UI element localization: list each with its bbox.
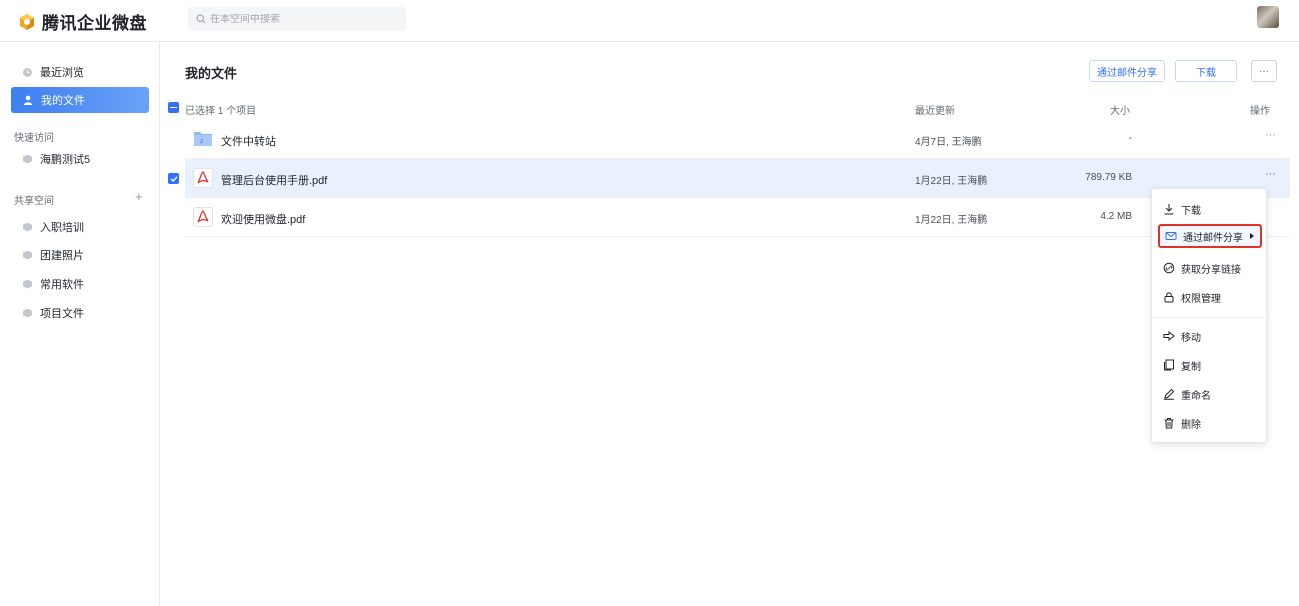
sidebar-item-label: 常用软件 [40, 279, 84, 291]
search-input[interactable] [210, 13, 390, 25]
sidebar-item-label: 我的文件 [41, 95, 85, 107]
sidebar-item-label: 海鹏测试5 [40, 154, 91, 166]
mail-icon [1165, 232, 1177, 240]
space-icon [23, 222, 32, 232]
copy-icon [1164, 359, 1174, 371]
menu-item-label: 下载 [1181, 205, 1201, 217]
pdf-icon [193, 207, 213, 227]
file-updated: 1月22日, 王海鹏 [915, 215, 988, 226]
column-updated[interactable]: 最近更新 [915, 102, 955, 117]
app-name: 腾讯企业微盘 [42, 14, 147, 33]
sidebar-item-software[interactable]: 常用软件 [11, 271, 149, 297]
file-size: 789.79 KB [1085, 172, 1132, 183]
table-row[interactable]: 欢迎使用微盘.pdf 1月22日, 王海鹏 4.2 MB [185, 198, 1290, 237]
sidebar-item-haipeng-test[interactable]: 海鹏测试5 [11, 146, 149, 172]
sidebar-item-label: 项目文件 [40, 308, 84, 320]
wedrive-logo-icon [20, 13, 34, 30]
sidebar: 最近浏览 我的文件 快速访问 海鹏测试5 共享空间 + 入职培训 团建照片 常用… [0, 42, 160, 606]
menu-item-delete[interactable]: 删除 [1158, 411, 1262, 435]
sidebar-item-recent[interactable]: 最近浏览 [11, 59, 149, 85]
row-more-button[interactable]: ··· [1265, 129, 1276, 141]
page-title: 我的文件 [185, 66, 238, 81]
menu-item-label: 权限管理 [1181, 293, 1221, 305]
row-more-button[interactable]: ··· [1265, 168, 1276, 180]
context-menu: 下载 通过邮件分享 获取分享链接 权限管理 移动 复制 重命名 删除 [1151, 188, 1267, 443]
pencil-icon [1164, 388, 1175, 400]
file-name[interactable]: 欢迎使用微盘.pdf [221, 211, 305, 227]
column-ops: 操作 [1250, 106, 1270, 117]
top-bar: 腾讯企业微盘 [0, 0, 1299, 42]
table-header: 已选择 1 个项目 最近更新 大小 操作 [160, 100, 1290, 120]
download-icon [1164, 204, 1174, 215]
space-icon [23, 279, 32, 289]
folder-icon: z [194, 132, 212, 146]
clock-icon [23, 67, 32, 77]
menu-divider [1152, 317, 1266, 318]
sidebar-item-team-photos[interactable]: 团建照片 [11, 242, 149, 268]
user-avatar[interactable] [1257, 6, 1279, 28]
sidebar-item-project-files[interactable]: 项目文件 [11, 300, 149, 326]
check-icon [170, 175, 178, 182]
file-updated: 1月22日, 王海鹏 [915, 176, 988, 187]
file-name[interactable]: 管理后台使用手册.pdf [221, 172, 327, 188]
user-icon [23, 95, 33, 105]
space-icon [23, 308, 32, 318]
menu-item-move[interactable]: 移动 [1158, 324, 1262, 348]
pdf-icon [193, 168, 213, 188]
file-name[interactable]: 文件中转站 [221, 133, 276, 149]
column-size[interactable]: 大小 [1110, 102, 1130, 117]
menu-item-download[interactable]: 下载 [1158, 197, 1262, 221]
menu-item-label: 移动 [1181, 332, 1201, 344]
menu-item-label: 复制 [1181, 361, 1201, 373]
row-checkbox[interactable] [168, 173, 179, 184]
file-size: - [1128, 133, 1132, 144]
select-all-checkbox[interactable] [168, 102, 179, 113]
main-content: 我的文件 通过邮件分享 下载 ··· 已选择 1 个项目 最近更新 大小 操作 … [160, 42, 1299, 606]
menu-item-permissions[interactable]: 权限管理 [1158, 285, 1262, 309]
link-icon [1163, 262, 1175, 274]
shared-space-title: 共享空间 [14, 196, 54, 207]
space-icon [23, 250, 32, 260]
search-icon [196, 14, 206, 24]
search-box[interactable] [188, 7, 406, 31]
menu-item-label: 获取分享链接 [1181, 264, 1241, 276]
submenu-caret-icon [1250, 233, 1254, 239]
sidebar-item-label: 入职培训 [40, 222, 84, 234]
selected-count: 已选择 1 个项目 [185, 106, 257, 117]
menu-item-label: 通过邮件分享 [1183, 232, 1243, 244]
sidebar-item-my-files[interactable]: 我的文件 [11, 87, 149, 113]
more-button[interactable]: ··· [1251, 60, 1277, 82]
quick-access-title: 快速访问 [14, 133, 54, 144]
add-space-button[interactable]: + [135, 189, 143, 204]
download-button[interactable]: 下载 [1175, 60, 1237, 82]
menu-item-share-email[interactable]: 通过邮件分享 [1158, 224, 1262, 248]
file-size: 4.2 MB [1100, 211, 1132, 222]
menu-item-share-link[interactable]: 获取分享链接 [1158, 256, 1262, 280]
file-updated: 4月7日, 王海鹏 [915, 137, 982, 148]
lock-icon [1164, 292, 1174, 303]
sidebar-item-onboarding[interactable]: 入职培训 [11, 214, 149, 240]
table-row[interactable]: 管理后台使用手册.pdf 1月22日, 王海鹏 789.79 KB ··· [185, 159, 1290, 198]
share-by-email-button[interactable]: 通过邮件分享 [1089, 60, 1165, 82]
svg-text:z: z [200, 138, 203, 145]
menu-item-rename[interactable]: 重命名 [1158, 382, 1262, 406]
table-row[interactable]: z 文件中转站 4月7日, 王海鹏 - ··· [185, 120, 1290, 159]
menu-item-label: 删除 [1181, 419, 1201, 431]
trash-icon [1164, 418, 1174, 429]
menu-item-label: 重命名 [1181, 390, 1211, 402]
sidebar-item-label: 团建照片 [40, 250, 84, 262]
space-icon [23, 154, 32, 164]
menu-item-copy[interactable]: 复制 [1158, 353, 1262, 377]
app-logo[interactable]: 腾讯企业微盘 [18, 9, 147, 34]
move-icon [1163, 330, 1175, 342]
sidebar-item-label: 最近浏览 [40, 67, 84, 79]
